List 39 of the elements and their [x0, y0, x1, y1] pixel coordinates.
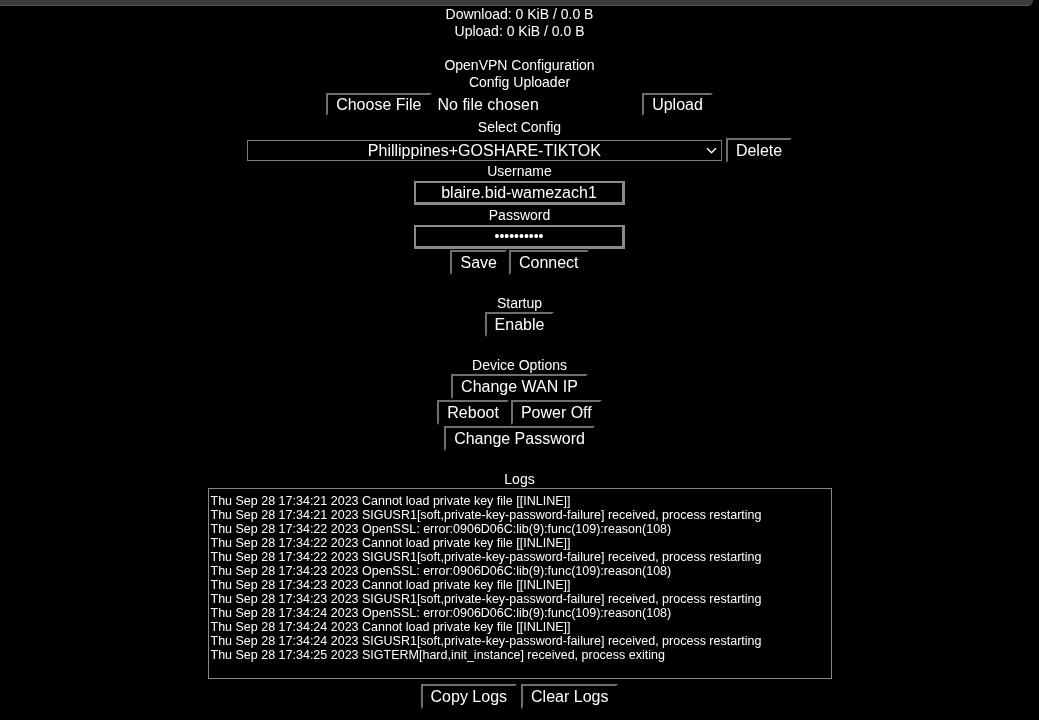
log-line: Thu Sep 28 17:34:23 2023 Cannot load private key file [[INLINE]]	[209, 578, 572, 592]
log-line: Thu Sep 28 17:34:22 2023 OpenSSL: error:0906D06C:lib(9):func(109):reason(108)	[209, 522, 673, 536]
field-label: Select Config	[477, 119, 562, 136]
log-line: Thu Sep 28 17:34:24 2023 OpenSSL: error:0906D06C:lib(9):func(109):reason(108)	[209, 606, 673, 620]
save-button[interactable]: Save	[450, 250, 507, 275]
field-label: Username	[487, 163, 552, 180]
config-select-dropdown[interactable]: Phillippines+GOSHARE-TIKTOK	[246, 140, 722, 161]
username-field[interactable]: blaire.bid-wamezach1	[414, 181, 625, 205]
upload-button[interactable]: Upload	[642, 93, 713, 116]
delete-button[interactable]: Delete	[725, 138, 793, 163]
log-line: Thu Sep 28 17:34:22 2023 SIGUSR1[soft,private-key-password-failure] received, process restarting	[209, 550, 763, 564]
chevron-down-icon	[705, 147, 717, 154]
copy-logs-button[interactable]: Copy Logs	[420, 684, 518, 709]
field-label: Password	[488, 207, 551, 224]
connect-button[interactable]: Connect	[508, 250, 589, 275]
section-heading: Device Options	[472, 357, 567, 374]
clear-logs-button[interactable]: Clear Logs	[521, 684, 619, 709]
reboot-button[interactable]: Reboot	[437, 400, 509, 425]
log-line: Thu Sep 28 17:34:22 2023 Cannot load private key file [[INLINE]]	[209, 536, 572, 550]
log-line: Thu Sep 28 17:34:23 2023 SIGUSR1[soft,private-key-password-failure] received, process restarting	[209, 592, 763, 606]
change-wan-ip-button[interactable]: Change WAN IP	[451, 374, 588, 399]
log-line: Thu Sep 28 17:34:23 2023 OpenSSL: error:0906D06C:lib(9):func(109):reason(108)	[209, 564, 673, 578]
field-label: Config Uploader	[468, 74, 571, 91]
traffic-stat-text: Download: 0 KiB / 0.0 B	[445, 6, 594, 23]
log-line: Thu Sep 28 17:34:21 2023 Cannot load private key file [[INLINE]]	[209, 494, 572, 508]
traffic-stat-text: Upload: 0 KiB / 0.0 B	[454, 23, 585, 40]
change-password-button[interactable]: Change Password	[444, 426, 595, 451]
log-line: Thu Sep 28 17:34:24 2023 Cannot load private key file [[INLINE]]	[209, 620, 572, 634]
log-textarea[interactable]	[207, 488, 832, 679]
section-heading: Startup	[496, 295, 543, 312]
log-line: Thu Sep 28 17:34:21 2023 SIGUSR1[soft,private-key-password-failure] received, process restarting	[209, 508, 763, 522]
file-status-text: No file chosen	[437, 95, 539, 114]
enable-button[interactable]: Enable	[484, 312, 555, 337]
choose-file-button[interactable]: Choose File	[326, 93, 432, 116]
log-line: Thu Sep 28 17:34:24 2023 SIGUSR1[soft,private-key-password-failure] received, process restarting	[209, 634, 763, 648]
section-heading: OpenVPN Configuration	[444, 57, 595, 74]
power-off-button[interactable]: Power Off	[510, 400, 602, 425]
section-heading: Logs	[504, 471, 535, 488]
log-line: Thu Sep 28 17:34:25 2023 SIGTERM[hard,init_instance] received, process exiting	[209, 648, 666, 662]
